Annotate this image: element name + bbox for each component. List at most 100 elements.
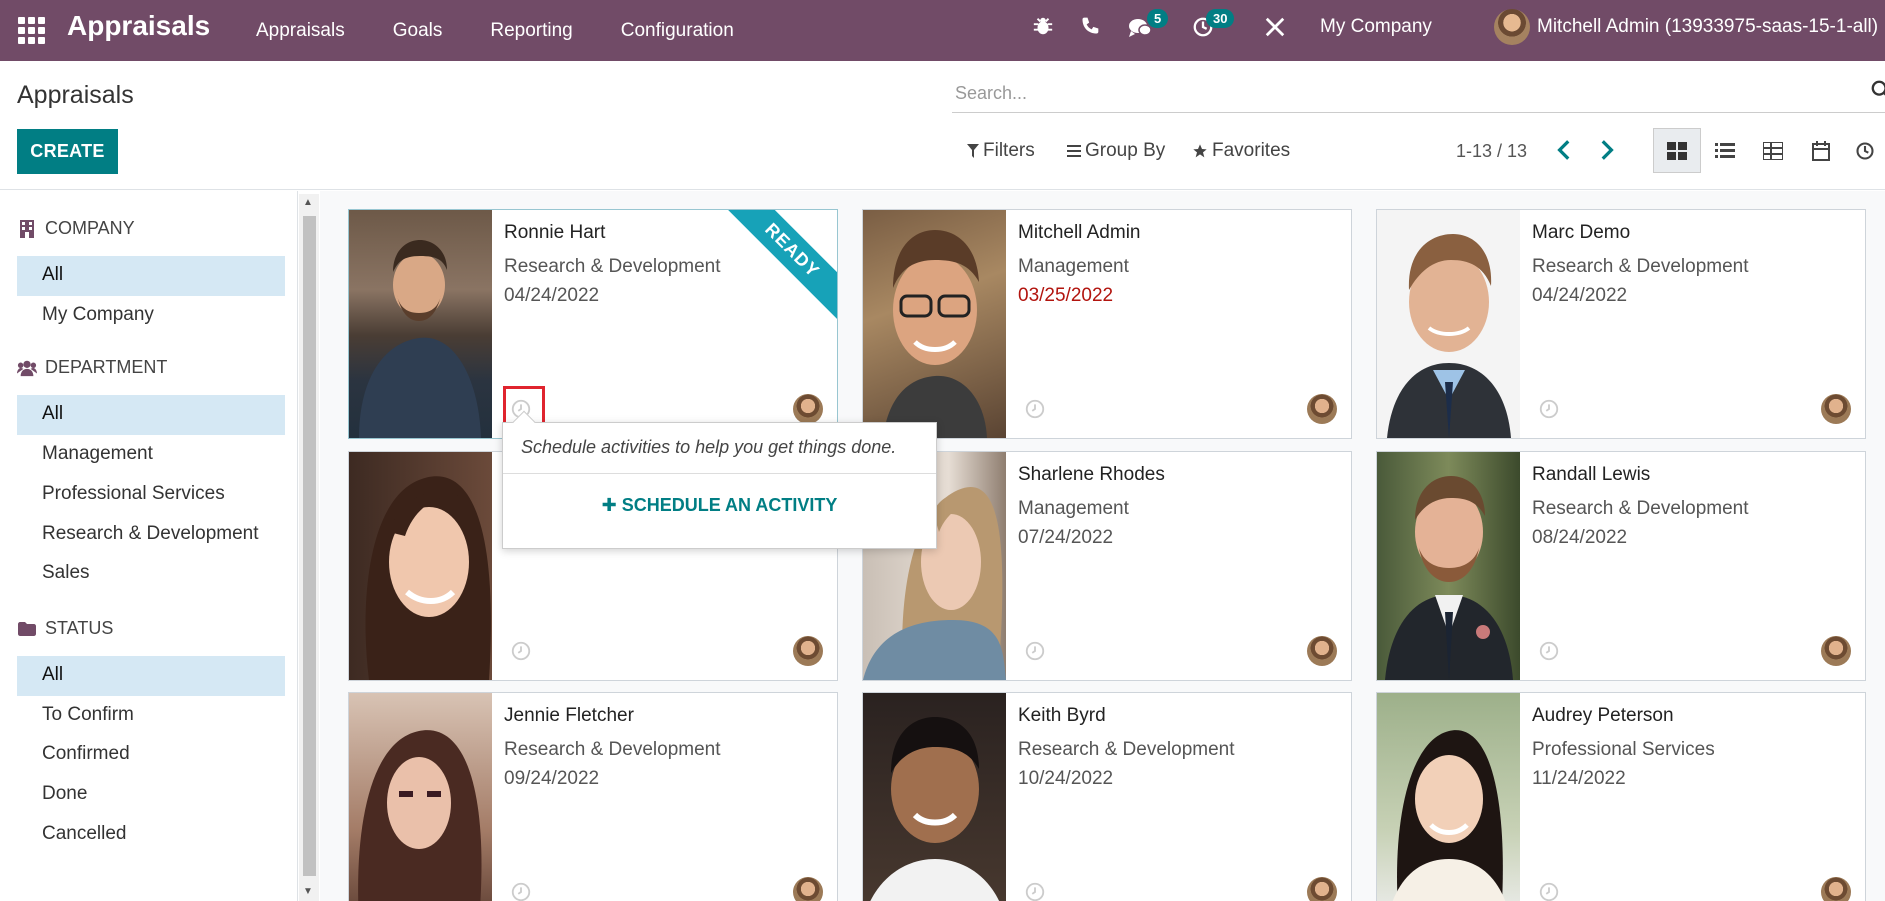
manager-avatar[interactable]: [1307, 636, 1337, 666]
employee-department: Research & Development: [1018, 739, 1235, 760]
schedule-activity-label: SCHEDULE AN ACTIVITY: [621, 495, 838, 515]
favorites-button[interactable]: Favorites: [1192, 140, 1290, 162]
status-filter-confirmed[interactable]: Confirmed: [17, 735, 285, 775]
activity-clock-icon[interactable]: [510, 881, 532, 901]
status-filter-done[interactable]: Done: [17, 775, 285, 815]
company-filter-my-company[interactable]: My Company: [17, 296, 285, 336]
messages-count-badge: 5: [1147, 9, 1169, 28]
manager-avatar[interactable]: [1821, 877, 1851, 901]
search-icon[interactable]: [1870, 79, 1885, 101]
appraisal-date: 08/24/2022: [1532, 527, 1628, 548]
activity-clock-icon[interactable]: [1024, 398, 1046, 420]
employee-name: Sharlene Rhodes: [1018, 464, 1165, 485]
user-menu[interactable]: Mitchell Admin (13933975-saas-15-1-all): [1537, 16, 1878, 38]
activity-clock-icon[interactable]: [1538, 881, 1560, 901]
ready-ribbon: READY: [720, 210, 837, 323]
employee-name: Ronnie Hart: [504, 222, 606, 243]
status-section-header: STATUS: [17, 618, 113, 639]
department-filter-sales[interactable]: Sales: [17, 554, 285, 594]
scroll-up-arrow-icon[interactable]: ▲: [303, 197, 315, 209]
tools-icon[interactable]: [1264, 16, 1286, 38]
employee-name: Keith Byrd: [1018, 705, 1106, 726]
list-view-button[interactable]: [1701, 128, 1749, 173]
activity-clock-icon[interactable]: [510, 640, 532, 662]
activity-view-button[interactable]: [1749, 128, 1797, 173]
status-section-title: STATUS: [45, 618, 114, 638]
create-button[interactable]: CREATE: [17, 129, 118, 174]
control-panel: Appraisals CREATE Filters Group By Favor…: [0, 61, 1885, 190]
appraisal-date: 04/24/2022: [504, 285, 600, 306]
appraisal-date: 09/24/2022: [504, 768, 600, 789]
employee-photo: [1377, 693, 1520, 901]
department-filter-research-development[interactable]: Research & Development: [17, 515, 285, 555]
filters-label: Filters: [983, 140, 1035, 161]
status-filter-to-confirm[interactable]: To Confirm: [17, 696, 285, 736]
company-filter-all[interactable]: All: [17, 256, 285, 296]
manager-avatar[interactable]: [793, 636, 823, 666]
manager-avatar[interactable]: [1821, 636, 1851, 666]
calendar-view-button[interactable]: [1797, 128, 1845, 173]
manager-avatar[interactable]: [793, 394, 823, 424]
manager-avatar[interactable]: [1307, 877, 1337, 901]
employee-photo: [1377, 210, 1520, 438]
status-filter-all[interactable]: All: [17, 656, 285, 696]
searchpanel-sidebar: COMPANY All My Company DEPARTMENT All Ma…: [0, 191, 298, 901]
kanban-card[interactable]: Mitchell Admin Management 03/25/2022: [862, 209, 1352, 439]
department-section-header: DEPARTMENT: [17, 357, 167, 378]
building-icon: [20, 219, 34, 238]
users-icon: [17, 360, 37, 376]
search-input[interactable]: [955, 79, 1835, 107]
debug-bug-icon[interactable]: [1032, 15, 1054, 37]
favorites-label: Favorites: [1212, 140, 1291, 161]
schedule-activity-button[interactable]: ✚ SCHEDULE AN ACTIVITY: [503, 495, 936, 516]
menu-appraisals[interactable]: Appraisals: [256, 20, 345, 42]
activity-clock-icon[interactable]: [1538, 640, 1560, 662]
pager-previous-icon[interactable]: [1552, 137, 1578, 163]
kanban-view-button[interactable]: [1653, 128, 1701, 173]
menu-reporting[interactable]: Reporting: [490, 20, 572, 42]
user-avatar[interactable]: [1494, 9, 1530, 45]
funnel-icon: [967, 144, 979, 158]
popover-divider: [503, 473, 936, 474]
activity-clock-icon[interactable]: [1024, 881, 1046, 901]
status-filter-cancelled[interactable]: Cancelled: [17, 815, 285, 855]
menu-goals[interactable]: Goals: [393, 20, 443, 42]
activities-view-button[interactable]: [1845, 128, 1885, 173]
manager-avatar[interactable]: [1307, 394, 1337, 424]
breadcrumb-title: Appraisals: [17, 81, 134, 109]
app-title[interactable]: Appraisals: [67, 10, 210, 42]
top-navbar: Appraisals Appraisals Goals Reporting Co…: [0, 0, 1885, 61]
appraisal-date: 07/24/2022: [1018, 527, 1114, 548]
kanban-card[interactable]: Audrey Peterson Professional Services 11…: [1376, 692, 1866, 901]
star-icon: [1193, 144, 1207, 158]
phone-icon[interactable]: [1080, 16, 1100, 36]
department-filter-professional-services[interactable]: Professional Services: [17, 475, 285, 515]
department-section-title: DEPARTMENT: [45, 357, 168, 377]
activity-clock-icon[interactable]: [1024, 640, 1046, 662]
pager-next-icon[interactable]: [1593, 137, 1619, 163]
menu-configuration[interactable]: Configuration: [621, 20, 734, 42]
pager-value[interactable]: 1-13 / 13: [1456, 141, 1527, 162]
kanban-card[interactable]: Marc Demo Research & Development 04/24/2…: [1376, 209, 1866, 439]
groupby-button[interactable]: Group By: [1067, 140, 1165, 162]
manager-avatar[interactable]: [793, 877, 823, 901]
company-switcher[interactable]: My Company: [1320, 16, 1432, 38]
department-filter-management[interactable]: Management: [17, 435, 285, 475]
appraisal-date: 04/24/2022: [1532, 285, 1628, 306]
kanban-card[interactable]: Randall Lewis Research & Development 08/…: [1376, 451, 1866, 681]
filters-button[interactable]: Filters: [967, 140, 1035, 162]
kanban-card[interactable]: Keith Byrd Research & Development 10/24/…: [862, 692, 1352, 901]
employee-photo: [349, 210, 492, 438]
employee-department: Research & Development: [504, 739, 721, 760]
scrollbar-thumb[interactable]: [303, 216, 316, 876]
manager-avatar[interactable]: [1821, 394, 1851, 424]
scroll-down-arrow-icon[interactable]: ▼: [303, 886, 315, 898]
search-bar: [952, 73, 1885, 113]
company-section-header: COMPANY: [17, 218, 135, 239]
kanban-card[interactable]: Ronnie Hart Research & Development 04/24…: [348, 209, 838, 439]
employee-photo: [863, 210, 1006, 438]
activity-clock-icon[interactable]: [1538, 398, 1560, 420]
apps-menu-icon[interactable]: [14, 13, 45, 44]
kanban-card[interactable]: Jennie Fletcher Research & Development 0…: [348, 692, 838, 901]
department-filter-all[interactable]: All: [17, 395, 285, 435]
